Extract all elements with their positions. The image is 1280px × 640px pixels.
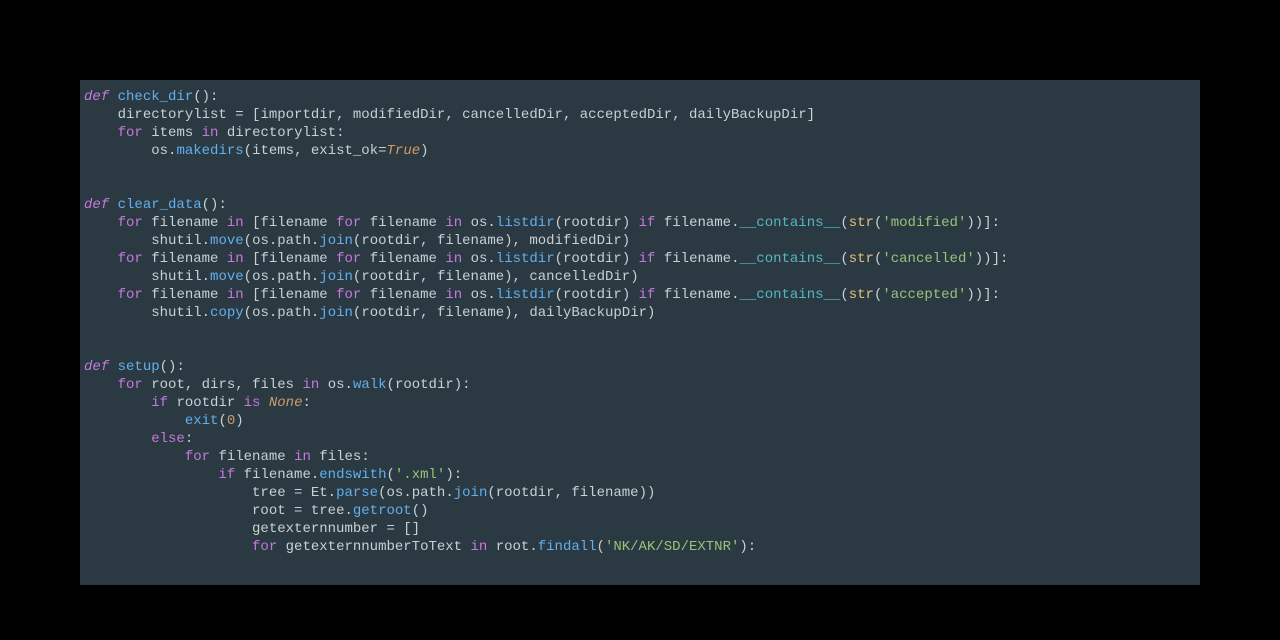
code-editor[interactable]: def check_dir(): directorylist = [import… bbox=[80, 80, 1200, 585]
blank-line bbox=[84, 340, 1196, 358]
code-line: root = tree.getroot() bbox=[84, 502, 1196, 520]
code-line: else: bbox=[84, 430, 1196, 448]
function-name: check_dir bbox=[118, 89, 194, 105]
code-line: def setup(): bbox=[84, 358, 1196, 376]
code-line: directorylist = [importdir, modifiedDir,… bbox=[84, 106, 1196, 124]
code-line: shutil.move(os.path.join(rootdir, filena… bbox=[84, 232, 1196, 250]
code-line: for filename in [filename for filename i… bbox=[84, 250, 1196, 268]
code-line: for filename in files: bbox=[84, 448, 1196, 466]
code-line: if filename.endswith('.xml'): bbox=[84, 466, 1196, 484]
blank-line bbox=[84, 322, 1196, 340]
blank-line bbox=[84, 160, 1196, 178]
code-line: shutil.copy(os.path.join(rootdir, filena… bbox=[84, 304, 1196, 322]
code-line: def check_dir(): bbox=[84, 88, 1196, 106]
keyword-def: def bbox=[84, 89, 109, 105]
code-line: def clear_data(): bbox=[84, 196, 1196, 214]
code-line: exit(0) bbox=[84, 412, 1196, 430]
code-line: for items in directorylist: bbox=[84, 124, 1196, 142]
code-line: tree = Et.parse(os.path.join(rootdir, fi… bbox=[84, 484, 1196, 502]
code-line: for filename in [filename for filename i… bbox=[84, 214, 1196, 232]
blank-line bbox=[84, 178, 1196, 196]
code-line: shutil.move(os.path.join(rootdir, filena… bbox=[84, 268, 1196, 286]
code-line: getexternnumber = [] bbox=[84, 520, 1196, 538]
code-line: for getexternnumberToText in root.findal… bbox=[84, 538, 1196, 556]
code-line: for root, dirs, files in os.walk(rootdir… bbox=[84, 376, 1196, 394]
code-line: for filename in [filename for filename i… bbox=[84, 286, 1196, 304]
code-line: if rootdir is None: bbox=[84, 394, 1196, 412]
code-line: os.makedirs(items, exist_ok=True) bbox=[84, 142, 1196, 160]
